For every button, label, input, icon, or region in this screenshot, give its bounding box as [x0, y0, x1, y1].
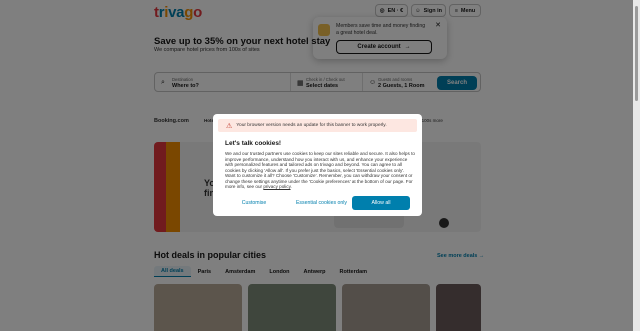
dialog-actions: Customise Essential cookies only Allow a…	[225, 196, 412, 210]
scrollbar-thumb[interactable]	[635, 6, 638, 101]
browser-warning: ⚠ Your browser version needs an update fo…	[218, 119, 417, 132]
scrollbar[interactable]	[633, 0, 640, 331]
dialog-body: We and our trusted partners use cookies …	[225, 151, 415, 189]
essential-cookies-button[interactable]: Essential cookies only	[291, 196, 352, 210]
cookie-consent-dialog: ⚠ Your browser version needs an update fo…	[213, 114, 422, 216]
dialog-title: Let's talk cookies!	[225, 140, 282, 147]
allow-all-button[interactable]: Allow all	[352, 196, 410, 210]
customise-button[interactable]: Customise	[225, 196, 283, 210]
privacy-policy-link[interactable]: privacy policy	[263, 184, 290, 189]
warning-icon: ⚠	[226, 122, 233, 130]
